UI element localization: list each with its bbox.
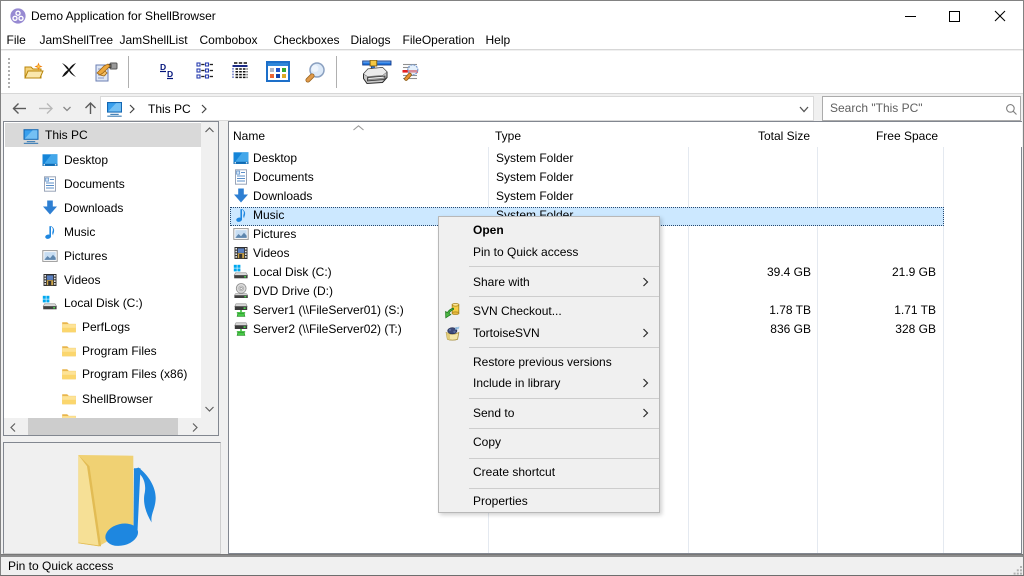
svg-text:D: D [160,62,166,72]
svg-text:D: D [167,69,173,79]
